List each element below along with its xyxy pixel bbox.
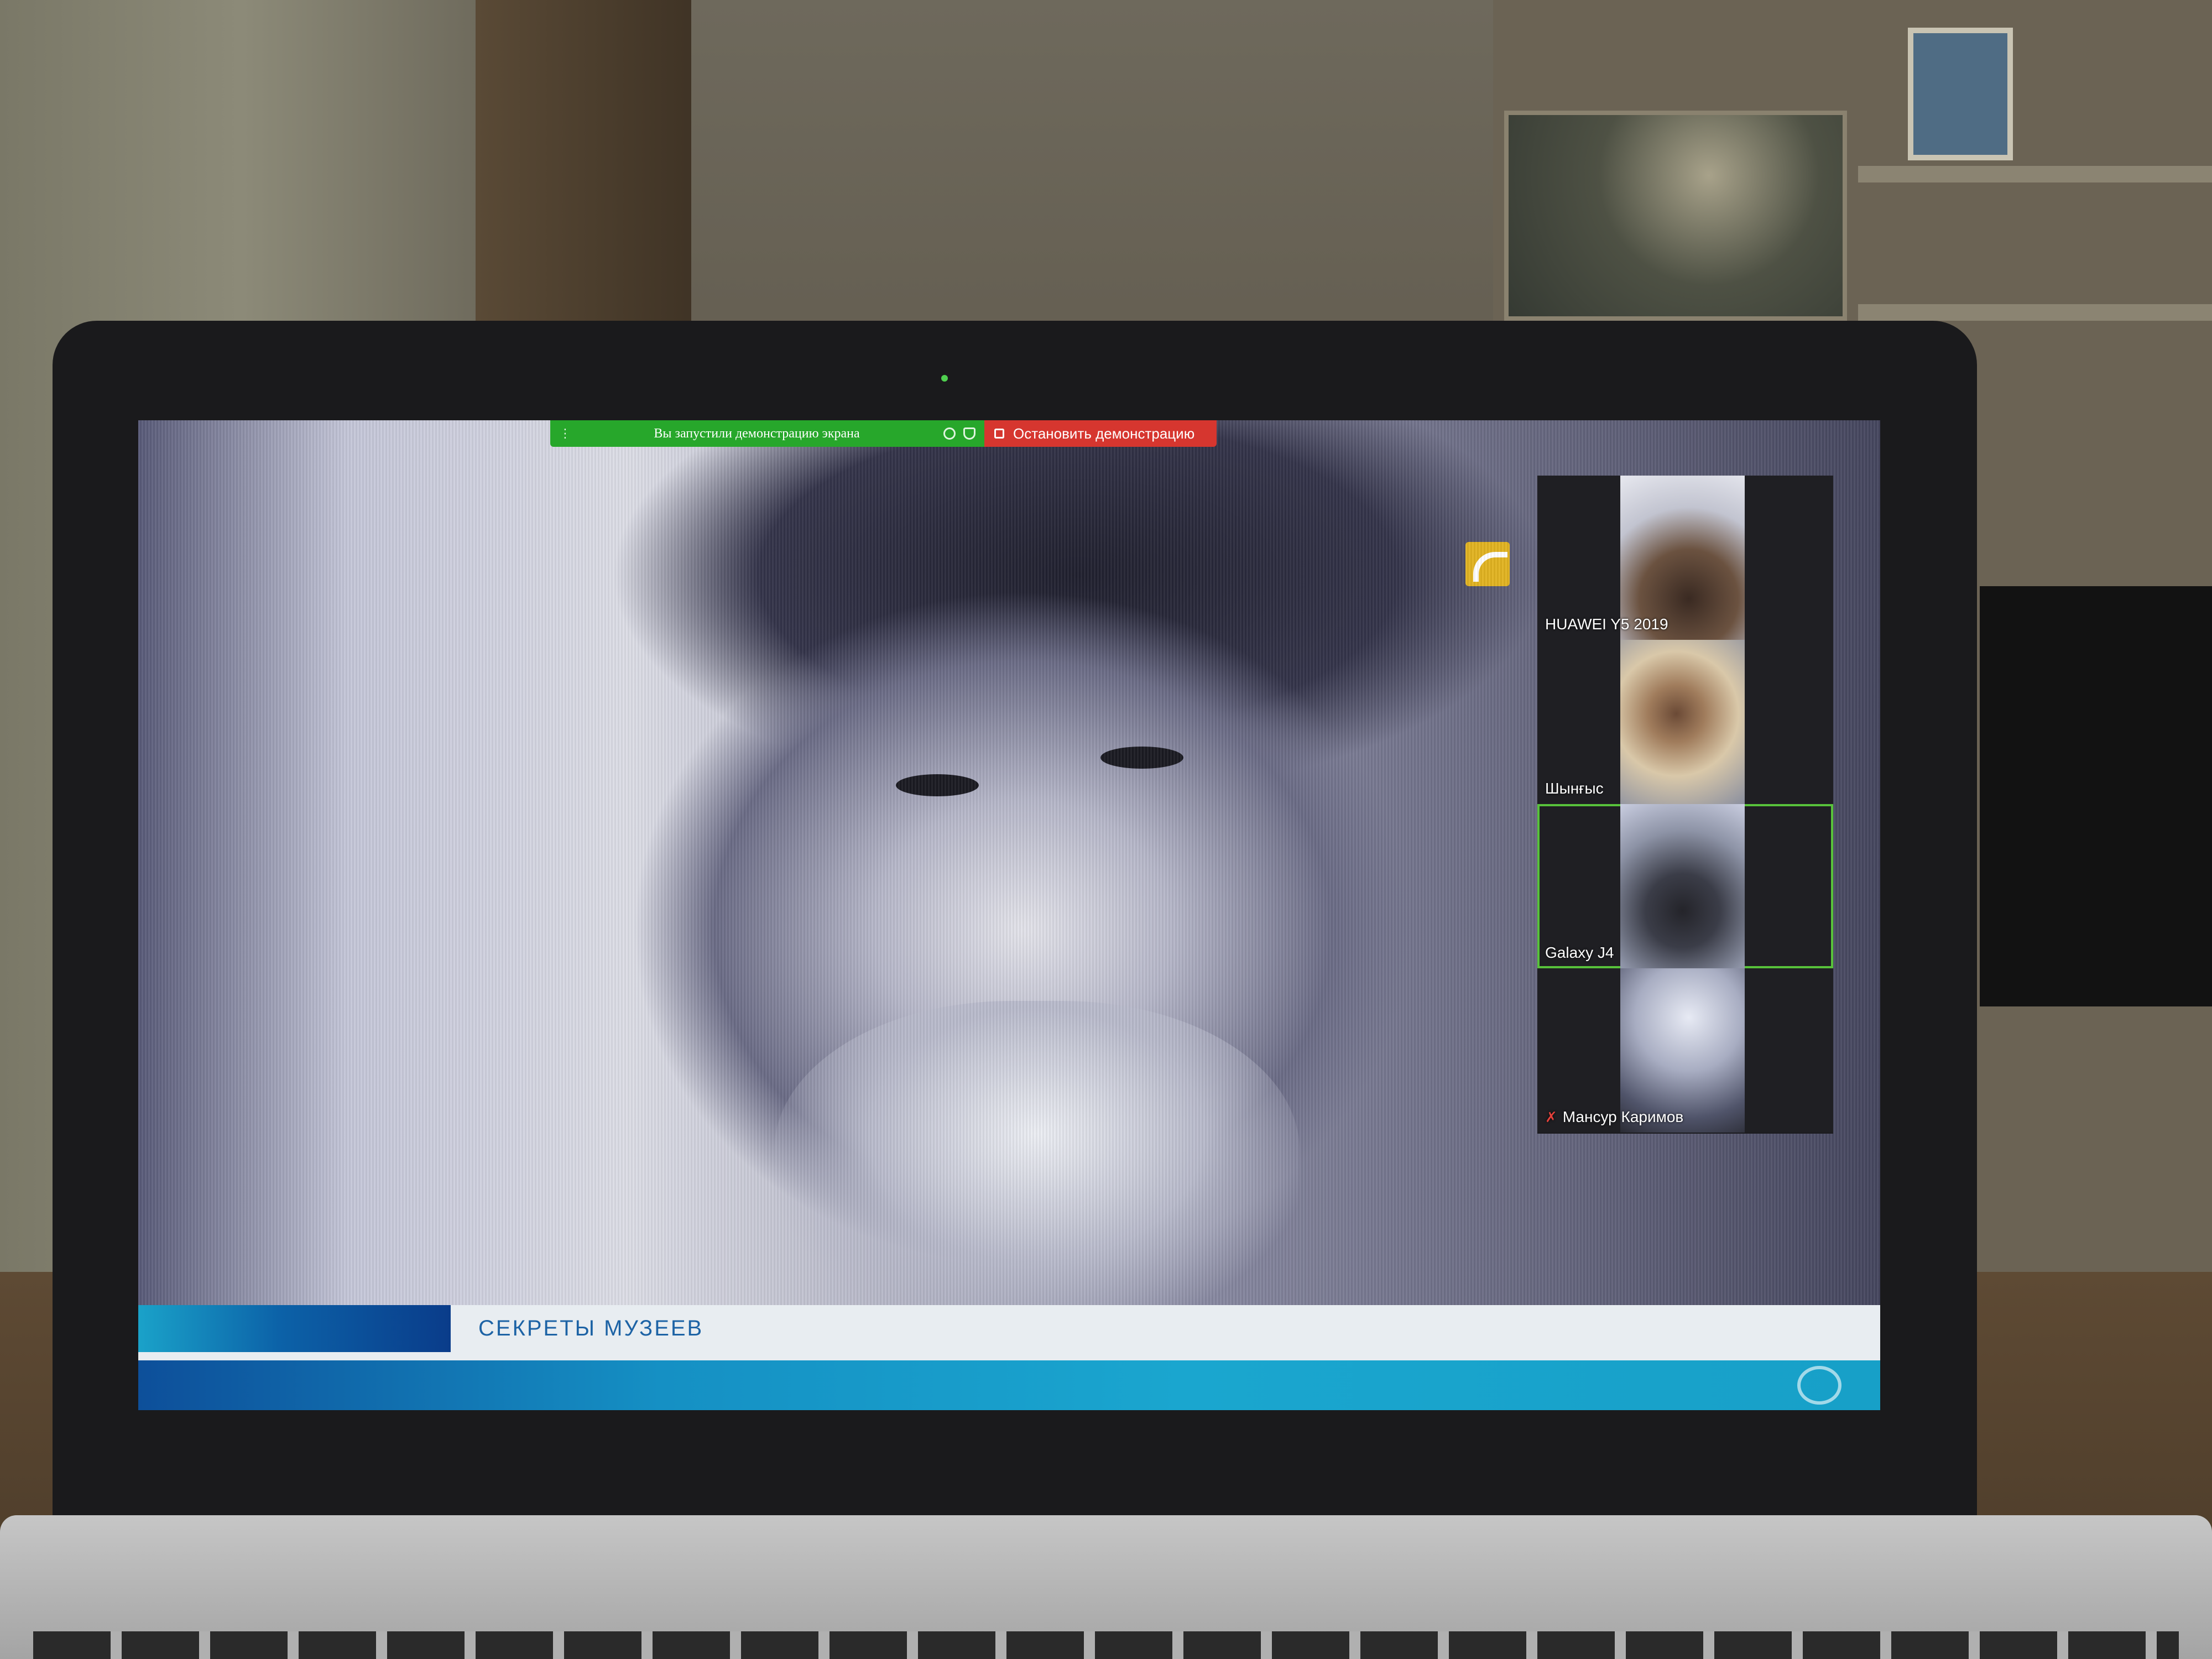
share-status-message: Вы запустили демонстрацию экрана — [654, 426, 860, 441]
webcam-indicator-icon — [941, 375, 948, 382]
lower-third-accent — [138, 1305, 451, 1352]
mic-muted-icon: ✗ — [1545, 1108, 1557, 1125]
lower-third-stripe — [138, 1360, 1880, 1410]
participant-name: Шынғыс — [1545, 780, 1604, 797]
room-glass-cabinet — [1504, 111, 1847, 321]
stop-square-icon — [994, 429, 1004, 439]
participant-tile[interactable]: ✗ Мансур Каримов — [1537, 968, 1833, 1133]
channel-logo-icon — [1465, 542, 1510, 586]
room-wall — [691, 0, 1493, 343]
participant-name: ✗ Мансур Каримов — [1545, 1108, 1683, 1126]
portrait-eye — [1100, 747, 1183, 769]
room-photo-frame — [1908, 28, 2013, 160]
stop-share-button[interactable]: Остановить демонстрацию — [984, 420, 1217, 447]
room-shelf-board — [1858, 166, 2212, 182]
share-status-pill[interactable]: ⋮ Вы запустили демонстрацию экрана — [550, 420, 984, 447]
participant-name: HUAWEI Y5 2019 — [1545, 615, 1668, 633]
participant-name-text: HUAWEI Y5 2019 — [1545, 615, 1668, 633]
participant-gallery[interactable]: HUAWEI Y5 2019 Шынғыс Galaxy J4 ✗ Мансур… — [1537, 476, 1833, 1134]
room-tv — [1980, 586, 2212, 1006]
stop-share-label: Остановить демонстрацию — [1013, 425, 1195, 442]
participant-tile-active-speaker[interactable]: Galaxy J4 — [1537, 804, 1833, 968]
room-curtain-shadow — [476, 0, 697, 332]
participant-video — [1620, 804, 1745, 968]
participant-name-text: Galaxy J4 — [1545, 944, 1614, 961]
portrait-beard — [774, 1001, 1300, 1333]
lower-third-banner: СЕКРЕТЫ МУЗЕЕВ — [138, 1305, 1880, 1410]
program-title: СЕКРЕТЫ МУЗЕЕВ — [478, 1316, 704, 1340]
room-shelf-board — [1858, 304, 2212, 321]
record-icon[interactable] — [943, 427, 956, 440]
screen-share-toolbar: ⋮ Вы запустили демонстрацию экрана Остан… — [550, 420, 1217, 447]
participant-name: Galaxy J4 — [1545, 944, 1614, 962]
participant-video — [1620, 640, 1745, 804]
participant-name-text: Шынғыс — [1545, 780, 1604, 797]
participant-name-text: Мансур Каримов — [1562, 1108, 1684, 1125]
shield-icon[interactable] — [963, 427, 975, 440]
participant-tile[interactable]: HUAWEI Y5 2019 — [1537, 476, 1833, 640]
laptop-keyboard — [33, 1631, 2179, 1659]
participant-tile[interactable]: Шынғыс — [1537, 640, 1833, 804]
broadcaster-watermark-icon — [1797, 1366, 1841, 1405]
laptop-screen: СЕКРЕТЫ МУЗЕЕВ ⋮ Вы запустили демонстрац… — [138, 420, 1880, 1410]
portrait-eye — [896, 774, 979, 796]
drag-grip-icon[interactable]: ⋮ — [559, 426, 571, 441]
